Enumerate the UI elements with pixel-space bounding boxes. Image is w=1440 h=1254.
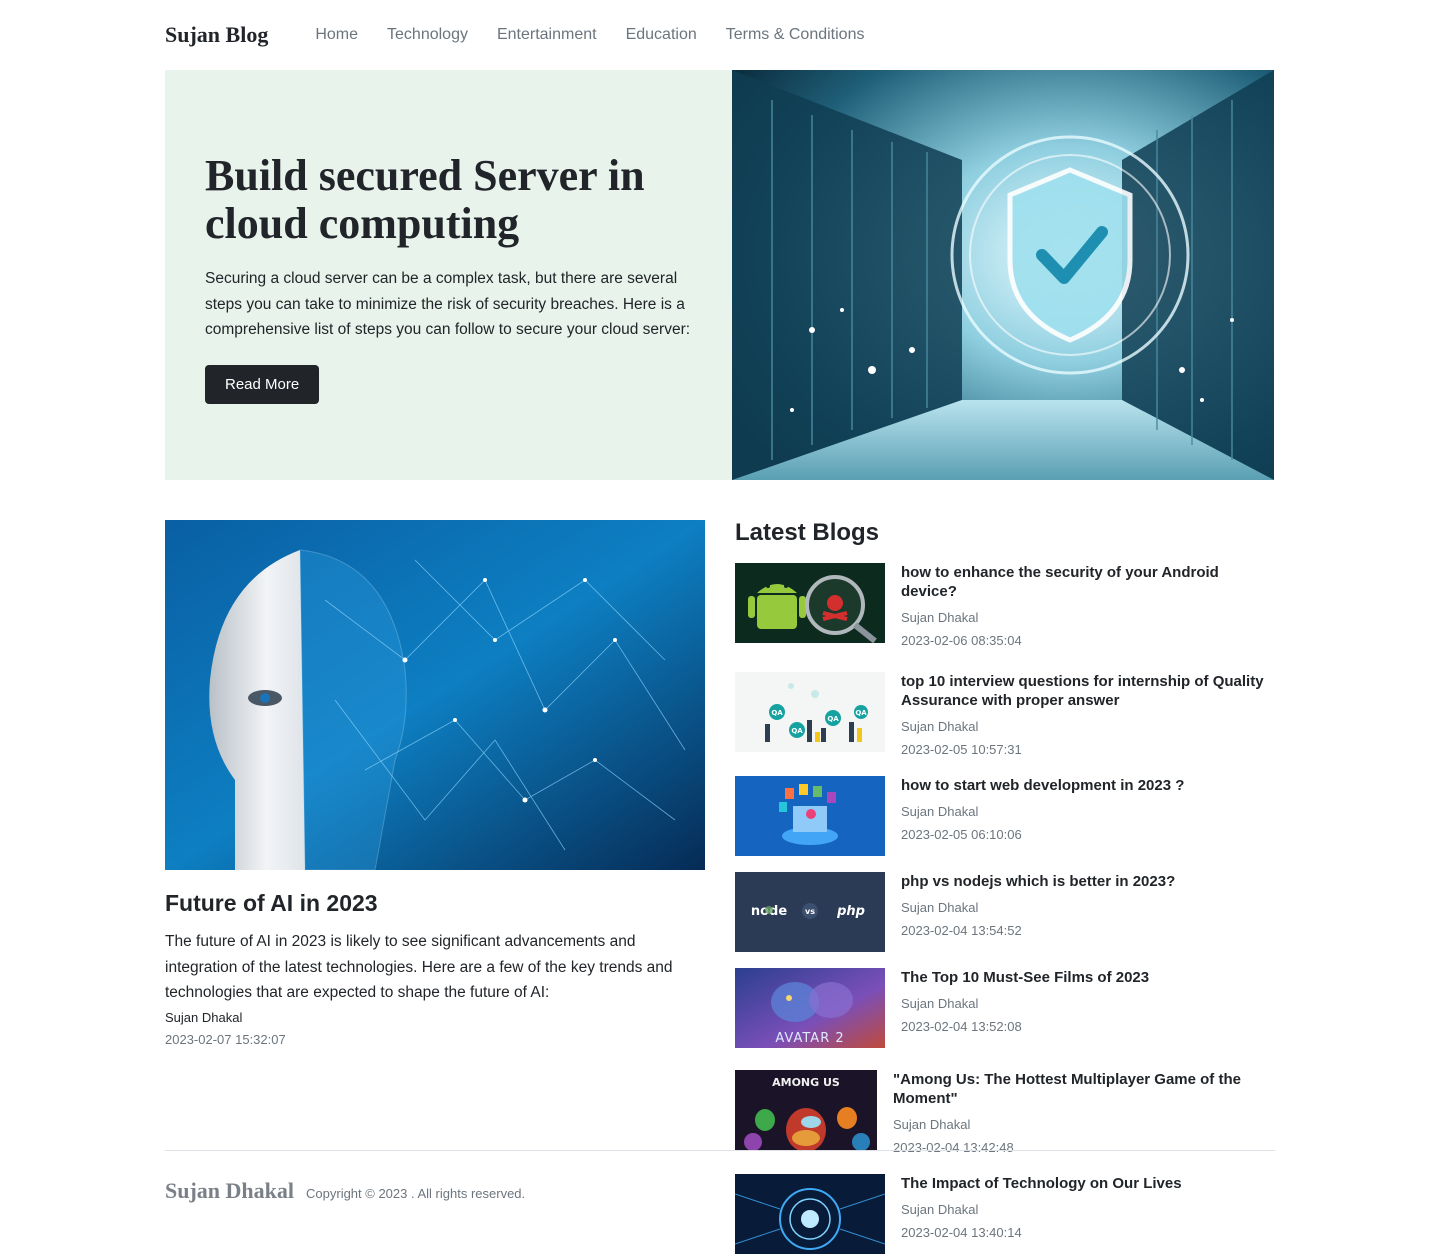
hero-text: Build secured Server in cloud computing … — [205, 152, 715, 404]
web-dev-thumbnail[interactable] — [735, 776, 885, 856]
post-info: php vs nodejs which is better in 2023? S… — [901, 872, 1276, 938]
post-date: 2023-02-05 10:57:31 — [901, 742, 1022, 757]
among-us-logo: AMONG US — [772, 1076, 840, 1089]
featured-description: The future of AI in 2023 is likely to se… — [165, 933, 673, 1001]
featured-title[interactable]: Future of AI in 2023 — [165, 890, 705, 917]
post-title[interactable]: "Among Us: The Hottest Multiplayer Game … — [893, 1070, 1268, 1108]
nav-entertainment[interactable]: Entertainment — [497, 26, 597, 44]
post-title[interactable]: php vs nodejs which is better in 2023? — [901, 872, 1276, 891]
post-author: Sujan Dhakal — [893, 1117, 971, 1132]
post-info: The Impact of Technology on Our Lives Su… — [901, 1174, 1276, 1240]
post-author: Sujan Dhakal — [901, 610, 979, 625]
post-author: Sujan Dhakal — [901, 996, 979, 1011]
android-security-thumbnail[interactable] — [735, 563, 885, 643]
read-more-button[interactable]: Read More — [205, 364, 320, 404]
footer-copyright: Copyright © 2023 . All rights reserved. — [306, 1186, 526, 1201]
post-author: Sujan Dhakal — [901, 900, 979, 915]
post-title[interactable]: how to enhance the security of your Andr… — [901, 563, 1276, 601]
qa-label: QA — [791, 727, 803, 735]
qa-team-thumbnail[interactable]: QA QA QA QA — [735, 672, 885, 752]
ai-face-image[interactable] — [165, 520, 705, 870]
post-date: 2023-02-06 08:35:04 — [901, 633, 1022, 648]
post-info: how to start web development in 2023 ? S… — [901, 776, 1276, 842]
tech-brain-thumbnail[interactable] — [735, 1174, 885, 1254]
php-logo-text: php — [836, 904, 865, 919]
avatar-poster-title: AVATAR 2 — [775, 1031, 844, 1046]
post-info: The Top 10 Must-See Films of 2023 Sujan … — [901, 968, 1276, 1034]
avatar-2-poster-thumbnail[interactable]: AVATAR 2 — [735, 968, 885, 1048]
hero-description: Securing a cloud server can be a complex… — [205, 270, 691, 338]
nav-terms[interactable]: Terms & Conditions — [726, 26, 865, 44]
post-date: 2023-02-04 13:54:52 — [901, 923, 1022, 938]
post-info: top 10 interview questions for internshi… — [901, 672, 1276, 757]
qa-label: QA — [827, 715, 839, 723]
post-info: "Among Us: The Hottest Multiplayer Game … — [893, 1070, 1268, 1155]
nav-home[interactable]: Home — [315, 26, 358, 44]
top-navbar: Sujan Blog Home Technology Entertainment… — [165, 0, 1275, 70]
vs-text: vs — [805, 907, 815, 916]
brand-logo[interactable]: Sujan Blog — [165, 22, 268, 48]
nav-education[interactable]: Education — [626, 26, 697, 44]
post-info: how to enhance the security of your Andr… — [901, 563, 1276, 648]
footer: Sujan Dhakal Copyright © 2023 . All righ… — [165, 1178, 525, 1204]
among-us-thumbnail[interactable]: AMONG US — [735, 1070, 877, 1150]
node-vs-php-thumbnail[interactable]: node vs php — [735, 872, 885, 952]
featured-date: 2023-02-07 15:32:07 — [165, 1031, 286, 1047]
qa-label: QA — [771, 709, 783, 717]
latest-blogs-heading: Latest Blogs — [735, 519, 880, 546]
footer-brand[interactable]: Sujan Dhakal — [165, 1178, 294, 1204]
post-author: Sujan Dhakal — [901, 804, 979, 819]
post-title[interactable]: top 10 interview questions for internshi… — [901, 672, 1276, 710]
hero-title[interactable]: Build secured Server in cloud computing — [205, 152, 715, 248]
nav-technology[interactable]: Technology — [387, 26, 468, 44]
post-date: 2023-02-04 13:42:48 — [893, 1140, 1014, 1155]
post-date: 2023-02-04 13:40:14 — [901, 1225, 1022, 1240]
post-date: 2023-02-04 13:52:08 — [901, 1019, 1022, 1034]
post-title[interactable]: The Top 10 Must-See Films of 2023 — [901, 968, 1276, 987]
post-title[interactable]: The Impact of Technology on Our Lives — [901, 1174, 1276, 1193]
server-room-image[interactable] — [732, 70, 1274, 480]
footer-divider — [165, 1150, 1275, 1151]
post-date: 2023-02-05 06:10:06 — [901, 827, 1022, 842]
featured-author: Sujan Dhakal — [165, 1009, 243, 1025]
post-author: Sujan Dhakal — [901, 1202, 979, 1217]
qa-label: QA — [855, 709, 867, 717]
hero-banner: Build secured Server in cloud computing … — [165, 70, 1274, 480]
featured-post: Future of AI in 2023 The future of AI in… — [165, 520, 705, 1047]
post-title[interactable]: how to start web development in 2023 ? — [901, 776, 1276, 795]
post-author: Sujan Dhakal — [901, 719, 979, 734]
